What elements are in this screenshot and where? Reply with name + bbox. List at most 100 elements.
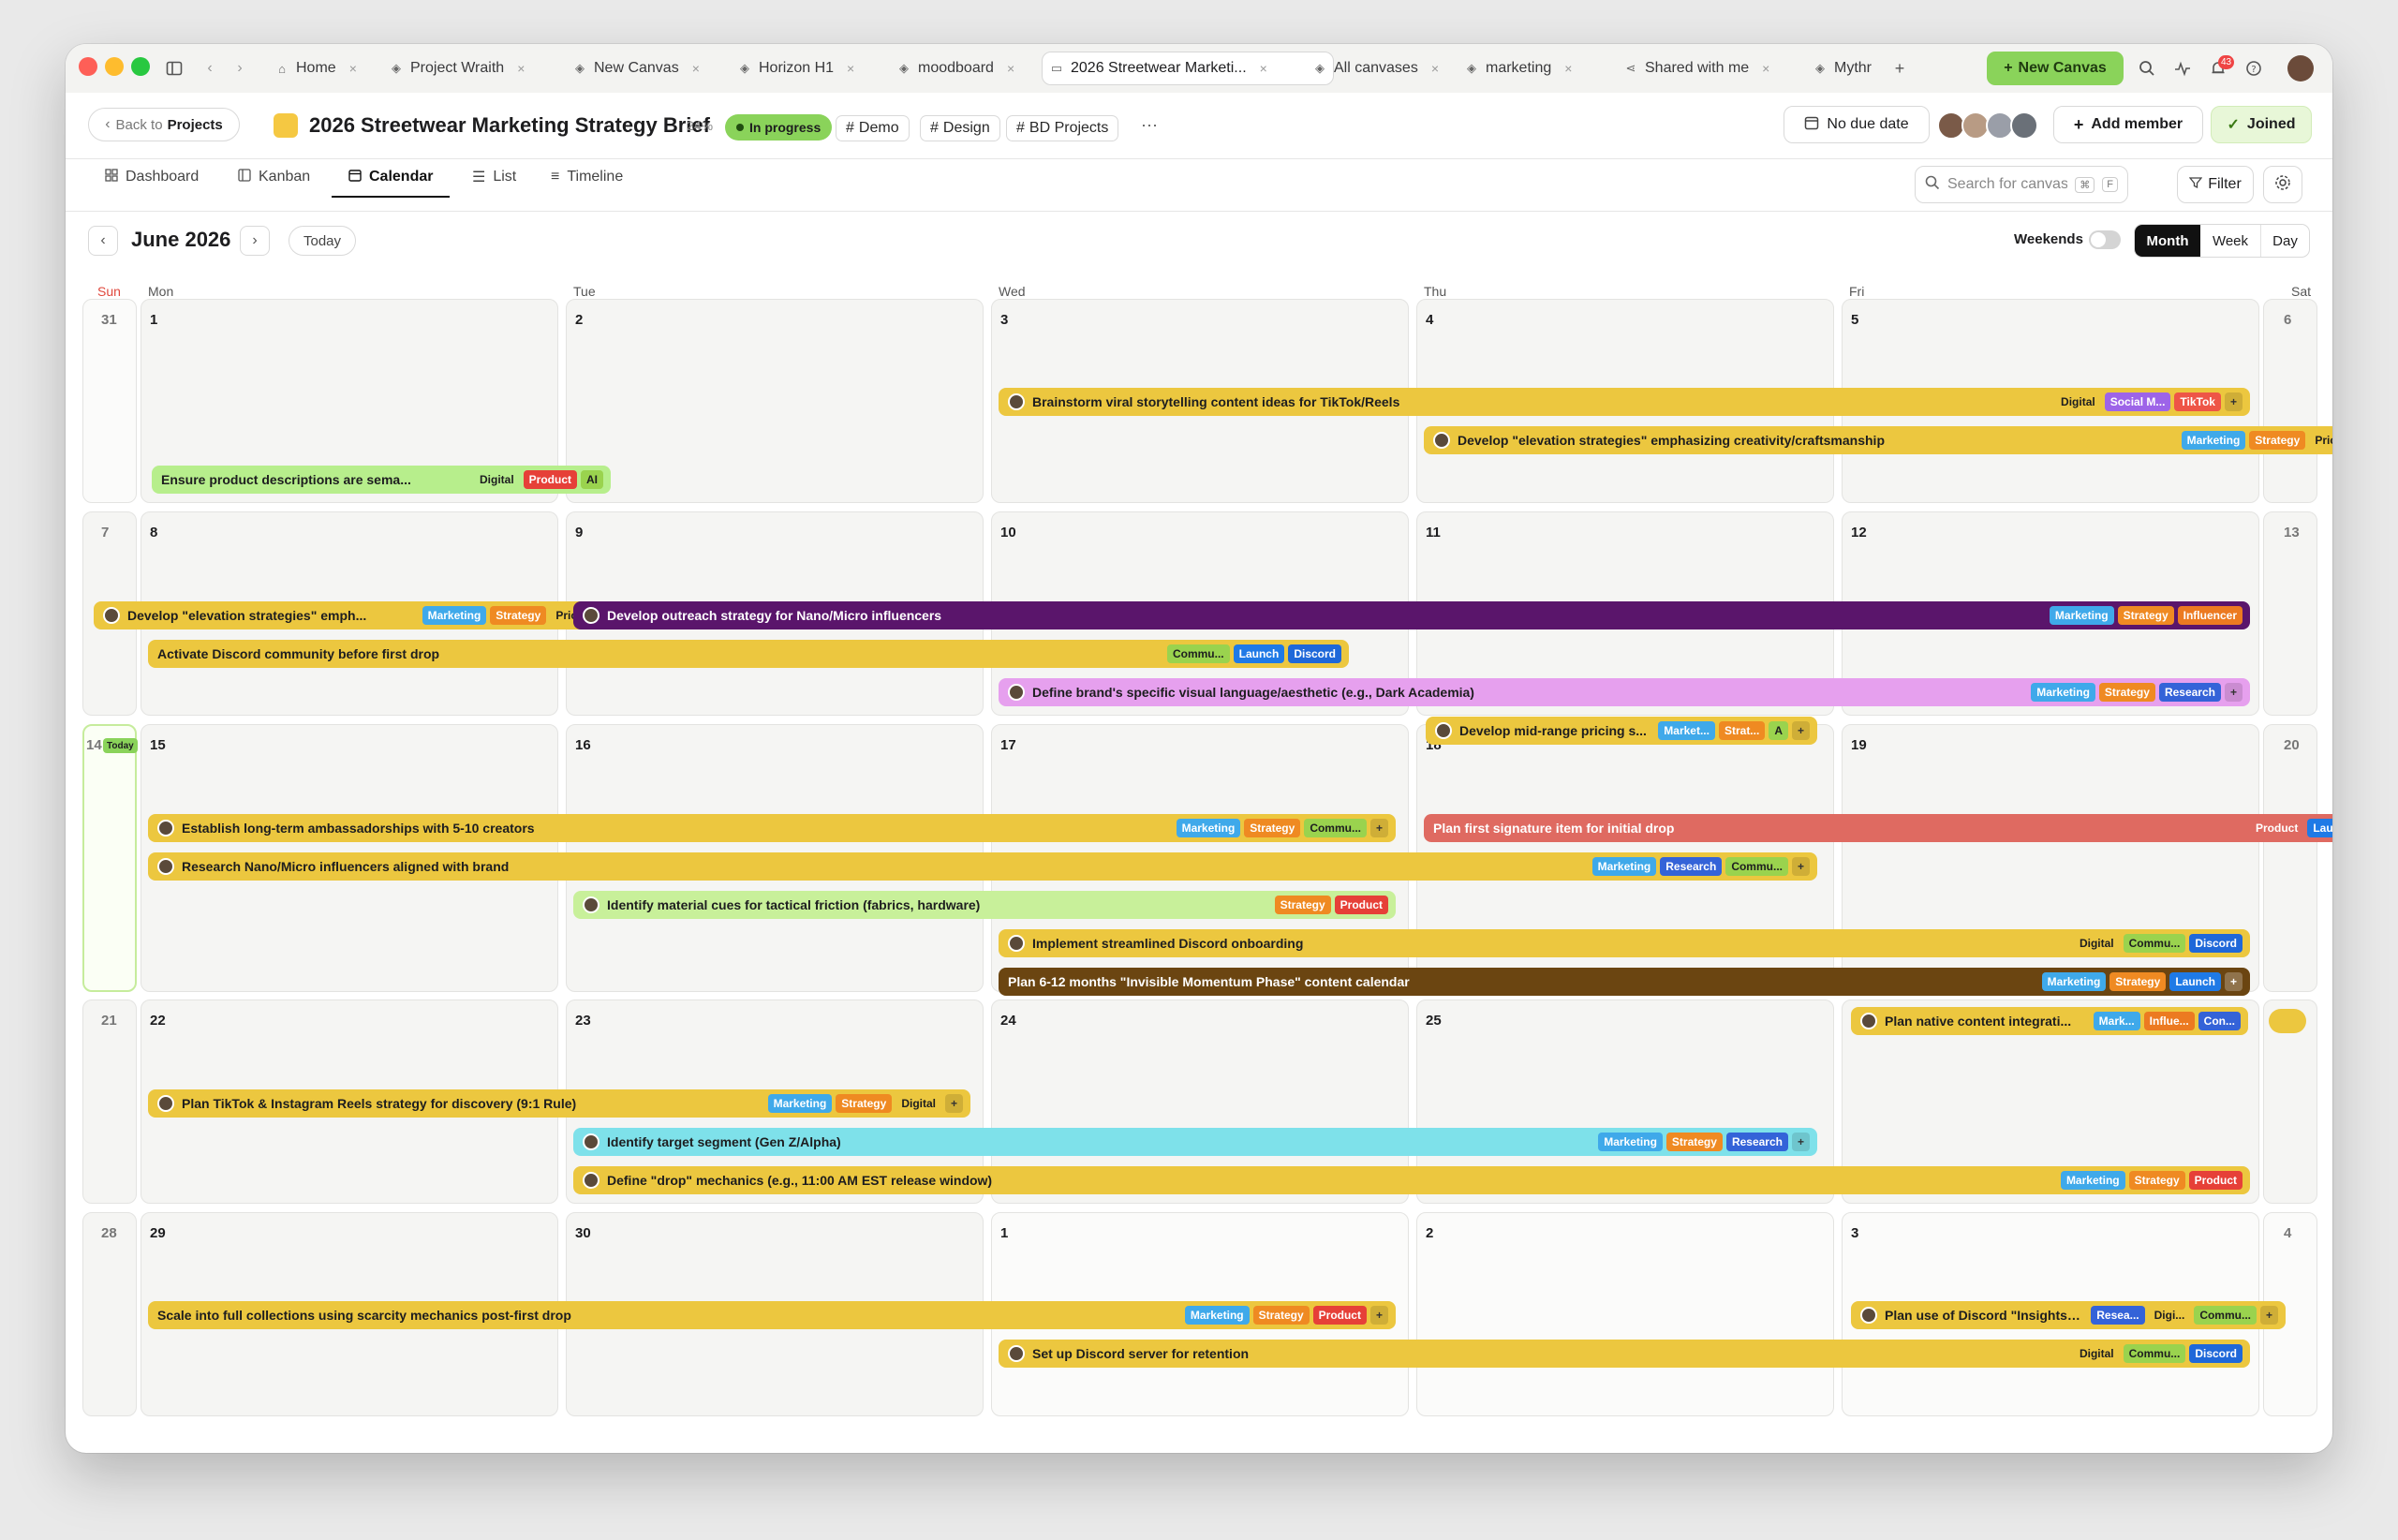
weekends-toggle[interactable] <box>2089 230 2121 249</box>
zoom-window-button[interactable] <box>131 57 150 76</box>
joined-button[interactable]: ✓ Joined <box>2211 106 2312 143</box>
nav-forward-icon[interactable]: › <box>229 57 251 80</box>
tab-2026-streetwear-marketi[interactable]: ▭ 2026 Streetwear Marketi... × <box>1042 52 1334 85</box>
assignee-avatar <box>583 1172 600 1189</box>
calendar-event[interactable]: Define "drop" mechanics (e.g., 11:00 AM … <box>573 1166 2250 1194</box>
calendar-event[interactable]: Develop mid-range pricing s... Market... S… <box>1426 717 1817 745</box>
close-tab-icon[interactable]: × <box>1564 61 1572 76</box>
nav-back-icon[interactable]: ‹ <box>199 57 221 80</box>
sidebar-toggle-icon[interactable] <box>163 57 185 80</box>
filter-button[interactable]: Filter <box>2177 166 2254 203</box>
home-icon: ⌂ <box>278 61 286 76</box>
day-cell[interactable] <box>1416 1212 1834 1416</box>
back-to-projects-button[interactable]: ‹ Back to Projects <box>88 108 240 141</box>
more-options-icon[interactable]: ··· <box>1141 115 1158 135</box>
minimize-window-button[interactable] <box>105 57 124 76</box>
mode-day-button[interactable]: Day <box>2261 225 2309 257</box>
calendar-event[interactable]: Develop outreach strategy for Nano/Micro… <box>573 601 2250 629</box>
event-tag: Discord <box>2189 1344 2243 1363</box>
next-month-button[interactable]: › <box>240 226 270 256</box>
today-button[interactable]: Today <box>289 226 356 256</box>
weekends-label: Weekends <box>2014 231 2083 247</box>
calendar-event[interactable]: Establish long-term ambassadorships with… <box>148 814 1396 842</box>
calendar-event[interactable]: Identify target segment (Gen Z/Alpha) Mar… <box>573 1128 1817 1156</box>
calendar-event[interactable]: Set up Discord server for retention Digit… <box>999 1340 2250 1368</box>
calendar-event[interactable]: Implement streamlined Discord onboarding… <box>999 929 2250 957</box>
calendar-event[interactable]: Develop "elevation strategies" emphasizi… <box>1424 426 2332 454</box>
close-tab-icon[interactable]: × <box>349 61 357 76</box>
tag-design[interactable]: # Design <box>920 115 1000 141</box>
tab-calendar[interactable]: Calendar <box>332 158 451 198</box>
tag-demo[interactable]: # Demo <box>836 115 910 141</box>
member-avatar[interactable] <box>2010 111 2038 140</box>
tab-timeline[interactable]: ≡ Timeline <box>551 158 623 196</box>
event-tag: Market... <box>1658 721 1715 740</box>
search-canvases-input[interactable]: Search for canvases l ⌘ F <box>1915 166 2128 203</box>
calendar-event[interactable]: Plan use of Discord "Insights" for ... Re… <box>1851 1301 2286 1329</box>
user-avatar[interactable] <box>2287 55 2314 81</box>
day-cell[interactable] <box>82 1000 137 1204</box>
close-window-button[interactable] <box>79 57 97 76</box>
overflow-event-pill[interactable] <box>2269 1009 2306 1033</box>
event-tag: + <box>1369 1306 1388 1325</box>
mode-week-button[interactable]: Week <box>2200 225 2261 257</box>
close-tab-icon[interactable]: × <box>517 61 525 76</box>
tab-home[interactable]: ⌂ Home × <box>268 52 399 85</box>
tab-horizon-h1[interactable]: ◈ Horizon H1 × <box>731 52 881 85</box>
status-badge[interactable]: In progress <box>725 114 833 141</box>
calendar-event[interactable]: Research Nano/Micro influencers aligned … <box>148 852 1817 881</box>
day-cell[interactable] <box>2263 724 2317 992</box>
help-icon[interactable]: ? <box>2243 57 2265 80</box>
calendar-event[interactable]: Activate Discord community before first … <box>148 640 1349 668</box>
close-tab-icon[interactable]: × <box>1431 61 1439 76</box>
settings-button[interactable] <box>2263 166 2302 203</box>
tab-marketing[interactable]: ◈ marketing × <box>1458 52 1613 85</box>
calendar-event[interactable]: Plan first signature item for initial dr… <box>1424 814 2332 842</box>
event-tags: Digital Commu... Discord <box>2074 934 2243 953</box>
day-cell[interactable] <box>2263 299 2317 503</box>
calendar-event[interactable]: Plan native content integrati... Mark... I… <box>1851 1007 2248 1035</box>
tab-all-canvases[interactable]: ◈ All canvases × <box>1306 52 1467 85</box>
event-tags: Marketing Strategy Influencer <box>2049 606 2243 625</box>
calendar-event[interactable]: Scale into full collections using scarci… <box>148 1301 1396 1329</box>
calendar-event[interactable]: Plan 6-12 months "Invisible Momentum Pha… <box>999 968 2250 996</box>
day-number: 3 <box>1000 312 1009 328</box>
prev-month-button[interactable]: ‹ <box>88 226 118 256</box>
day-cell[interactable] <box>566 299 984 503</box>
new-tab-icon[interactable]: + <box>1888 57 1911 80</box>
day-cell[interactable] <box>2263 511 2317 716</box>
close-tab-icon[interactable]: × <box>1260 61 1267 76</box>
event-title: Develop outreach strategy for Nano/Micro… <box>607 608 942 623</box>
event-tags: Marketing Strategy Product <box>2060 1171 2243 1190</box>
search-icon[interactable] <box>2136 57 2158 80</box>
mode-month-button[interactable]: Month <box>2135 225 2200 257</box>
tab-moodboard[interactable]: ◈ moodboard × <box>890 52 1066 85</box>
tab-kanban[interactable]: Kanban <box>238 158 310 196</box>
event-tag: Strategy <box>490 606 547 625</box>
close-tab-icon[interactable]: × <box>1007 61 1014 76</box>
tab-shared-with-me[interactable]: ⋖ Shared with me × <box>1617 52 1806 85</box>
new-canvas-button[interactable]: + New Canvas <box>1987 52 2124 85</box>
close-tab-icon[interactable]: × <box>692 61 700 76</box>
tab-new-canvas[interactable]: ◈ New Canvas × <box>566 52 727 85</box>
day-cell[interactable] <box>82 1212 137 1416</box>
tab-project-wraith[interactable]: ◈ Project Wraith × <box>382 52 585 85</box>
calendar-event[interactable]: Brainstorm viral storytelling content id… <box>999 388 2250 416</box>
close-tab-icon[interactable]: × <box>847 61 854 76</box>
add-member-button[interactable]: + Add member <box>2053 106 2203 143</box>
due-date-button[interactable]: No due date <box>1784 106 1930 143</box>
day-cell[interactable] <box>82 724 137 992</box>
day-number: 15 <box>150 737 166 753</box>
calendar-event[interactable]: Define brand's specific visual language/… <box>999 678 2250 706</box>
calendar-event[interactable]: Plan TikTok & Instagram Reels strategy f… <box>148 1089 970 1118</box>
tab-dashboard[interactable]: Dashboard <box>105 158 199 196</box>
close-tab-icon[interactable]: × <box>1762 61 1769 76</box>
calendar-event[interactable]: Identify material cues for tactical fric… <box>573 891 1396 919</box>
activity-icon[interactable] <box>2171 57 2194 80</box>
calendar-event[interactable]: Ensure product descriptions are sema... D… <box>152 466 611 494</box>
tab-list[interactable]: ☰ List <box>472 158 516 196</box>
day-cell[interactable] <box>82 299 137 503</box>
day-number: 19 <box>1851 737 1867 753</box>
tag-bd-projects[interactable]: # BD Projects <box>1006 115 1119 141</box>
calendar-event[interactable]: Develop "elevation strategies" emph... Ma… <box>94 601 607 629</box>
